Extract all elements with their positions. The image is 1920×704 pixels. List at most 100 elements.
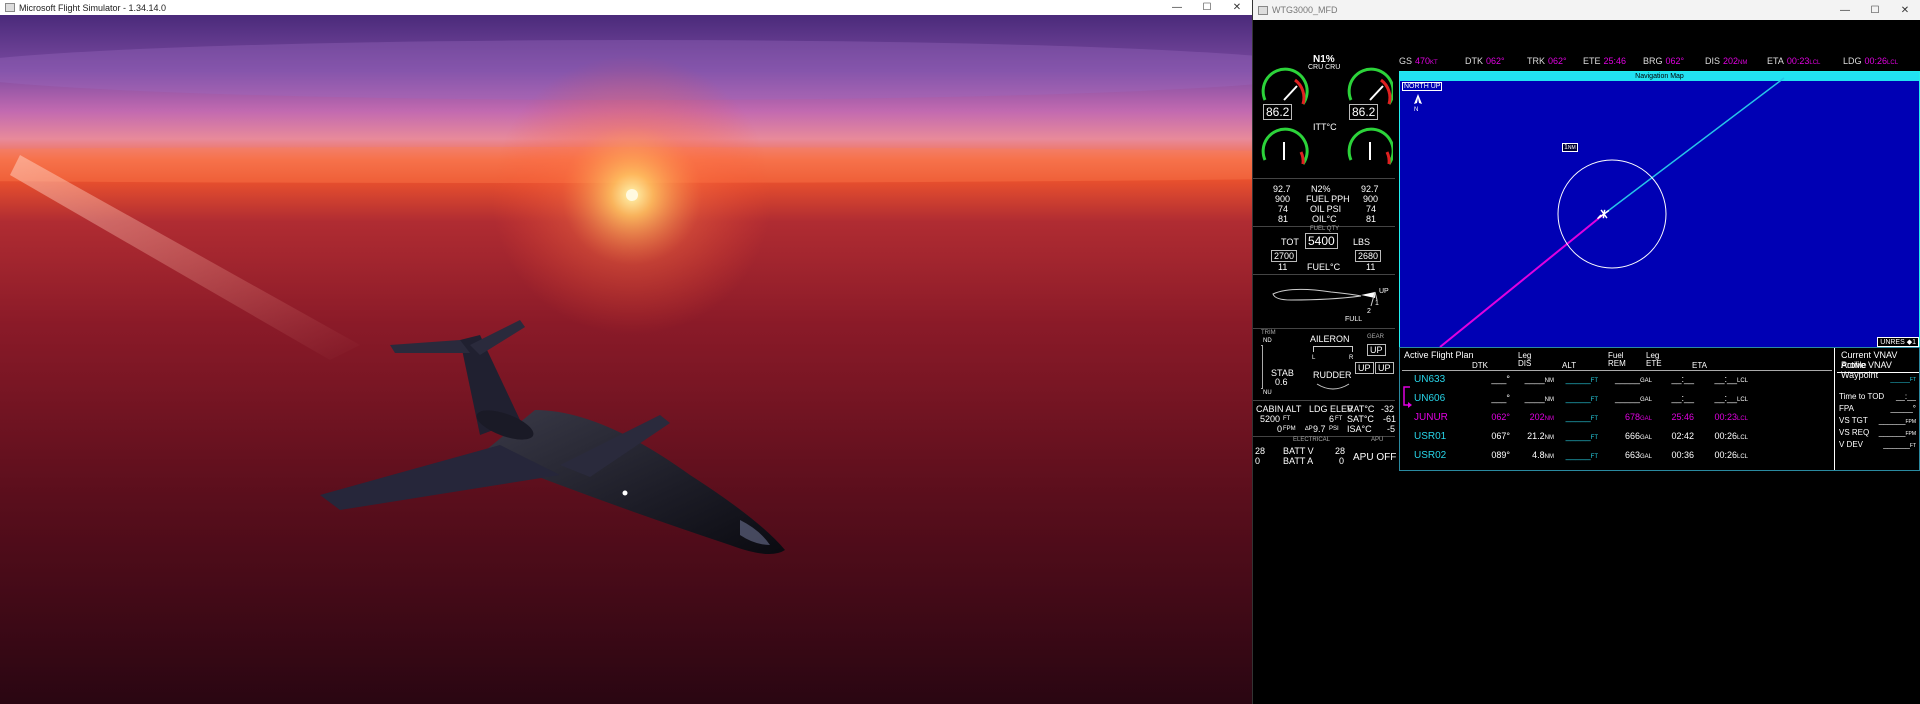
brg-field: BRG 062°	[1643, 56, 1685, 66]
fpa-label: FPA	[1839, 404, 1854, 413]
fpl-cell-name: UN606	[1414, 393, 1446, 404]
cabin-alt-unit: FT	[1283, 416, 1291, 422]
aileron-l-label: L	[1312, 355, 1316, 361]
fpl-cell-fuel: 666GAL	[1624, 431, 1652, 441]
fpl-cell-dis: 202NM	[1529, 412, 1554, 422]
fpl-cell-eta: __:__LCL	[1714, 374, 1748, 384]
fpl-cell-name: UN633	[1414, 374, 1446, 385]
fpl-cell-name: USR01	[1414, 431, 1447, 442]
fpl-cell-fuel: _____GAL	[1614, 374, 1652, 384]
flight-plan-title: Active Flight Plan	[1404, 350, 1474, 360]
flight-plan-row[interactable]: UN633 ___° ____NM _____FT _____GAL __:__ __:__…	[1400, 374, 1832, 390]
diff-pressure-unit: PSI	[1329, 426, 1339, 432]
col-leg-dis-2: DIS	[1518, 359, 1532, 368]
maximize-button[interactable]: ☐	[1860, 0, 1890, 20]
sim-window-title: Microsoft Flight Simulator - 1.34.14.0	[19, 2, 167, 13]
isa-value: -5	[1387, 424, 1396, 434]
fuel-left-value: 2700	[1271, 250, 1298, 262]
n1-left-value: 86.2	[1263, 104, 1293, 120]
vnav-panel: Current VNAV Profile Active VNAV Waypoin…	[1834, 348, 1920, 470]
col-fuel-rem-2: REM	[1608, 359, 1626, 368]
mfd-title-bar[interactable]: WTG3000_MFD — ☐ ✕	[1253, 0, 1920, 20]
fpl-cell-dis: ____NM	[1524, 393, 1554, 403]
flaps-indicator	[1272, 288, 1378, 307]
fpl-cell-dtk: ___°	[1491, 393, 1510, 403]
ete-field: ETE 25:46	[1583, 56, 1627, 66]
fpl-cell-dis: ____NM	[1524, 374, 1554, 384]
gear-left-status: UP	[1355, 362, 1374, 374]
batt-a-right: 0	[1339, 456, 1345, 466]
fuel-temp-label: FUEL°C	[1307, 262, 1341, 272]
sim-title-bar[interactable]: Microsoft Flight Simulator - 1.34.14.0 —…	[0, 0, 1252, 15]
trk-field: TRK 062°	[1527, 56, 1567, 66]
gear-nose-status: UP	[1367, 344, 1386, 356]
north-arrow-icon	[1414, 94, 1422, 104]
fpl-cell-eta: __:__LCL	[1714, 393, 1748, 403]
nav-data-bar: GS 470KT DTK 062° TRK 062° ETE 25:46 BRG 062°…	[1399, 56, 1919, 70]
vdev-label: V DEV	[1839, 440, 1864, 449]
maximize-button[interactable]: ☐	[1192, 0, 1222, 15]
aileron-r-label: R	[1349, 355, 1354, 361]
fuel-qty-label: FUEL QTY	[1310, 226, 1340, 232]
cabin-alt-label: CABIN ALT	[1256, 404, 1302, 414]
close-button[interactable]: ✕	[1890, 0, 1920, 20]
close-button[interactable]: ✕	[1222, 0, 1252, 15]
vnav-wpt-alt: _____FT	[1890, 376, 1916, 383]
sat-label: SAT°C	[1347, 414, 1374, 424]
aileron-scale	[1313, 346, 1353, 352]
trim-label: TRIM	[1261, 330, 1276, 336]
mfd-window: WTG3000_MFD — ☐ ✕ N1% CRU CRU 86.2 86.2 …	[1252, 0, 1920, 704]
fpl-cell-name: USR02	[1414, 450, 1447, 461]
minimize-button[interactable]: —	[1162, 0, 1192, 15]
active-flight-plan: Active Flight Plan DTK Leg DIS ALT Fuel …	[1399, 347, 1920, 471]
flight-plan-row[interactable]: JUNUR 062° 202NM _____FT 678GAL 25:46 00:23LCL	[1400, 412, 1832, 428]
map-graphics: N	[1414, 77, 1785, 347]
ldg-field: LDG 00:26LCL	[1843, 56, 1899, 66]
fuel-temp-left: 11	[1278, 262, 1288, 272]
flight-simulator-window: Microsoft Flight Simulator - 1.34.14.0 —…	[0, 0, 1252, 704]
fpl-cell-dtk: 089°	[1491, 450, 1510, 460]
col-leg-ete-2: ETE	[1646, 359, 1662, 368]
vs-req-label: VS REQ	[1839, 428, 1870, 437]
next-leg-line	[1603, 77, 1785, 215]
fpl-cell-ete: 25:46	[1671, 412, 1694, 422]
fpl-cell-ete: __:__	[1671, 374, 1694, 384]
sim-scene-view[interactable]	[0, 15, 1252, 704]
oil-temp-left: 81	[1278, 214, 1289, 224]
itt-right-gauge	[1347, 127, 1393, 165]
map-range-label[interactable]: 1NM	[1562, 143, 1578, 152]
flight-plan-row[interactable]: USR02 089° 4.8NM _____FT 663GAL 00:36 00:26LCL	[1400, 450, 1832, 466]
vs-req-value: ______FPM	[1878, 428, 1916, 437]
fpl-cell-ete: 00:36	[1671, 450, 1694, 460]
fpl-cell-ete: __:__	[1671, 393, 1694, 403]
fpl-cell-dtk: 067°	[1491, 431, 1510, 441]
aileron-label: AILERON	[1310, 334, 1350, 344]
trim-nd-label: ND	[1263, 338, 1272, 344]
isa-label: ISA°C	[1347, 424, 1372, 434]
eta-field: ETA 00:23LCL	[1767, 56, 1821, 66]
fuel-right-value: 2680	[1355, 250, 1382, 262]
fpl-cell-dtk: 062°	[1491, 412, 1510, 422]
apu-label: APU	[1371, 437, 1384, 443]
oil-psi-right: 74	[1366, 204, 1377, 214]
rudder-label: RUDDER	[1313, 370, 1352, 380]
batt-a-label: BATT A	[1283, 456, 1314, 466]
range-ring	[1557, 159, 1667, 269]
ttod-label: Time to TOD	[1839, 392, 1885, 401]
fpl-cell-alt: _____FT	[1565, 431, 1598, 441]
dtk-field: DTK 062°	[1465, 56, 1505, 66]
navigation-map[interactable]: Navigation Map NORTH UP N 1NM UNRES ◆1	[1399, 71, 1920, 348]
fpa-value: _____°	[1890, 404, 1916, 413]
rudder-scale	[1316, 383, 1350, 390]
cabin-rate-unit: FPM	[1283, 426, 1296, 432]
rat-value: -32	[1381, 404, 1395, 414]
flight-plan-row[interactable]: USR01 067° 21.2NM _____FT 666GAL 02:42 00:26LC…	[1400, 431, 1832, 447]
gs-field: GS 470KT	[1399, 56, 1438, 66]
minimize-button[interactable]: —	[1830, 0, 1860, 20]
n2-left: 92.7	[1273, 184, 1291, 194]
flaps-one-label: 1	[1375, 300, 1379, 307]
fpl-cell-alt: _____FT	[1565, 450, 1598, 460]
flight-plan-row[interactable]: UN606 ___° ____NM _____FT _____GAL __:__ __:__…	[1400, 393, 1832, 409]
fpl-cell-ete: 02:42	[1671, 431, 1694, 441]
vs-tgt-value: ______FPM	[1878, 416, 1916, 425]
